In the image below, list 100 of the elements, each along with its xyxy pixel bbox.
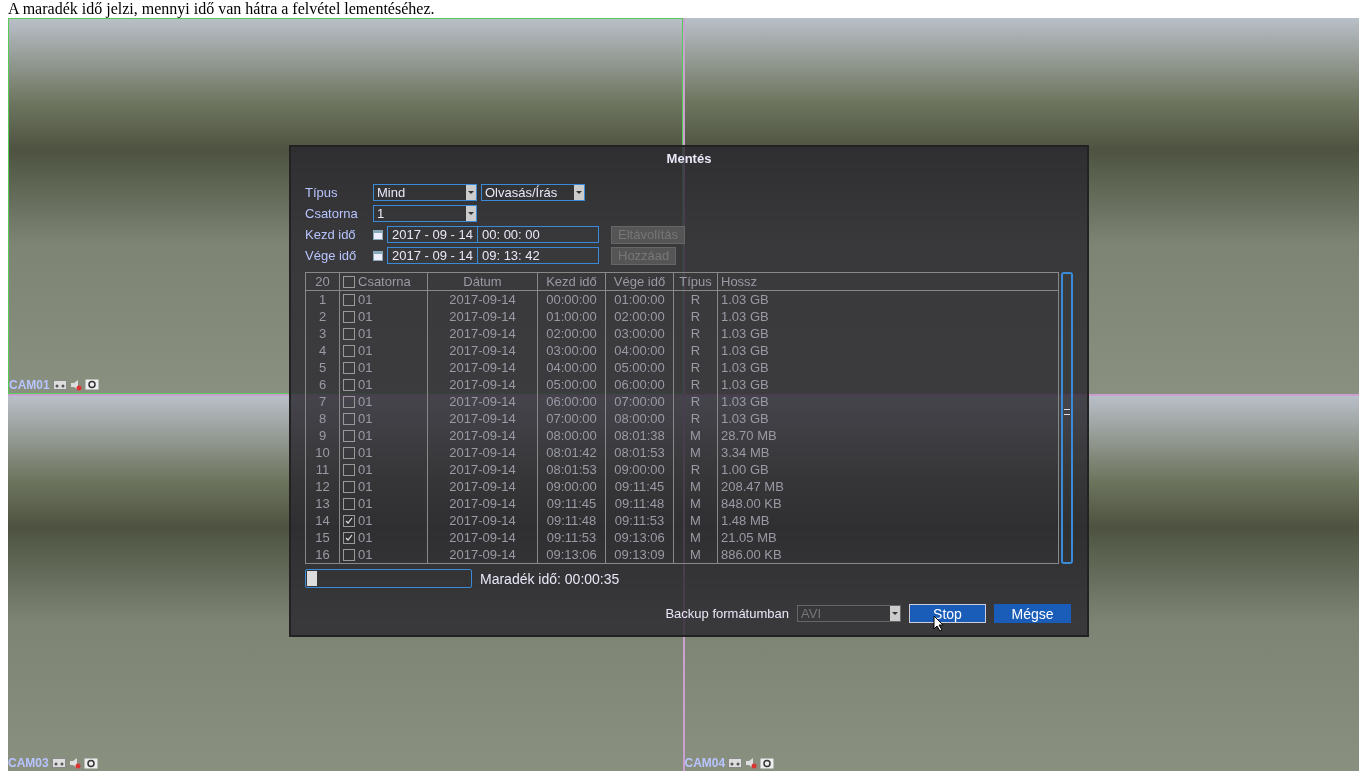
scrollbar[interactable]	[1061, 272, 1073, 564]
table-cell: 4	[306, 342, 340, 359]
table-cell: 01	[358, 495, 373, 512]
checkbox[interactable]	[343, 548, 355, 561]
table-cell: 01:00:00	[538, 308, 606, 325]
caret-icon	[466, 185, 476, 200]
camera-label: CAM01	[9, 377, 50, 392]
field-label: Típus	[305, 185, 339, 200]
file-row[interactable]: 14 01 2017-09-14 09:11:48 09:11:53 M 1.48 MB	[306, 512, 1058, 529]
column-header: Hossz	[720, 273, 759, 290]
table-cell: 01	[358, 546, 373, 563]
column-header: Csatorna	[358, 273, 411, 290]
checkbox[interactable]	[343, 395, 355, 408]
checkbox[interactable]	[343, 310, 355, 323]
file-row[interactable]: 1 01 2017-09-14 00:00:00 01:00:00 R 1.03 GB	[306, 291, 1058, 308]
table-cell: 2017-09-14	[428, 291, 538, 308]
table-cell: 09:00:00	[538, 478, 606, 495]
table-cell: 02:00:00	[606, 308, 674, 325]
table-cell: 09:13:06	[606, 529, 674, 546]
recorder-icon	[728, 758, 743, 768]
file-row[interactable]: 9 01 2017-09-14 08:00:00 08:01:38 M 28.70 MB	[306, 427, 1058, 444]
file-row[interactable]: 3 01 2017-09-14 02:00:00 03:00:00 R 1.03 GB	[306, 325, 1058, 342]
table-cell: 2017-09-14	[428, 359, 538, 376]
caption-text: A maradék idő jelzi, mennyi idő van hátra a felvétel lementéséhez.	[7, 0, 436, 18]
table-cell: M	[674, 478, 718, 495]
file-row[interactable]: 2 01 2017-09-14 01:00:00 02:00:00 R 1.03 GB	[306, 308, 1058, 325]
table-cell: 09:11:48	[606, 495, 674, 512]
table-cell: R	[674, 461, 718, 478]
channel-select[interactable]: 1	[373, 205, 477, 222]
calendar-icon[interactable]	[373, 229, 383, 240]
table-cell: 08:00:00	[538, 427, 606, 444]
table-cell: 01	[358, 325, 373, 342]
checkbox[interactable]	[343, 361, 355, 374]
table-cell-text: 848.00 KB	[720, 495, 783, 512]
table-cell: 2017-09-14	[428, 325, 538, 342]
checkbox[interactable]	[343, 531, 355, 544]
file-row[interactable]: 6 01 2017-09-14 05:00:00 06:00:00 R 1.03 GB	[306, 376, 1058, 393]
checkbox[interactable]	[343, 446, 355, 459]
caret-icon	[466, 206, 476, 221]
table-cell: R	[674, 325, 718, 342]
file-row[interactable]: 13 01 2017-09-14 09:11:45 09:11:48 M 848.00 KB	[306, 495, 1058, 512]
table-cell: 2017-09-14	[428, 393, 538, 410]
muted-speaker-icon	[68, 757, 81, 769]
file-row[interactable]: 7 01 2017-09-14 06:00:00 07:00:00 R 1.03 GB	[306, 393, 1058, 410]
dialog-title: Mentés	[665, 151, 713, 166]
checkbox[interactable]	[343, 480, 355, 493]
type-select[interactable]: Mind	[373, 184, 477, 201]
table-cell: 2017-09-14	[428, 512, 538, 529]
table-cell: R	[674, 410, 718, 427]
table-cell: 7	[306, 393, 340, 410]
format-label: Backup formátumban	[665, 606, 789, 621]
checkbox[interactable]	[343, 378, 355, 391]
checkbox[interactable]	[343, 497, 355, 510]
table-cell-text: 1.00 GB	[720, 461, 770, 478]
checkbox[interactable]	[343, 514, 355, 527]
file-row[interactable]: 8 01 2017-09-14 07:00:00 08:00:00 R 1.03 GB	[306, 410, 1058, 427]
table-cell-text: 1.03 GB	[720, 393, 770, 410]
table-cell: M	[674, 512, 718, 529]
checkbox[interactable]	[343, 327, 355, 340]
table-cell: 2017-09-14	[428, 529, 538, 546]
table-cell: 08:01:38	[606, 427, 674, 444]
table-cell-text: 1.03 GB	[720, 291, 770, 308]
file-row[interactable]: 11 01 2017-09-14 08:01:53 09:00:00 R 1.00 GB	[306, 461, 1058, 478]
table-cell-text: 28.70 MB	[720, 427, 778, 444]
file-row[interactable]: 5 01 2017-09-14 04:00:00 05:00:00 R 1.03 GB	[306, 359, 1058, 376]
table-cell: 02:00:00	[538, 325, 606, 342]
column-header: 20	[306, 273, 340, 290]
table-cell-text: 1.03 GB	[720, 359, 770, 376]
table-cell: 01	[358, 308, 373, 325]
file-row[interactable]: 16 01 2017-09-14 09:13:06 09:13:09 M 886.00 KB	[306, 546, 1058, 563]
dialog-button[interactable]: Mégse	[994, 604, 1071, 623]
table-cell: 09:11:45	[606, 478, 674, 495]
table-cell: 2	[306, 308, 340, 325]
checkbox[interactable]	[343, 429, 355, 442]
table-cell: 13	[306, 495, 340, 512]
checkbox[interactable]	[343, 463, 355, 476]
table-cell: 3	[306, 325, 340, 342]
calendar-icon[interactable]	[373, 250, 383, 261]
table-cell: 8	[306, 410, 340, 427]
checkbox[interactable]	[343, 412, 355, 425]
table-cell: 08:01:53	[606, 444, 674, 461]
mode-select[interactable]: Olvasás/Írás	[481, 184, 585, 201]
field-label: Kezd idő	[305, 227, 357, 242]
file-row[interactable]: 10 01 2017-09-14 08:01:42 08:01:53 M 3.34 MB	[306, 444, 1058, 461]
table-cell: 2017-09-14	[428, 342, 538, 359]
file-row[interactable]: 4 01 2017-09-14 03:00:00 04:00:00 R 1.03 GB	[306, 342, 1058, 359]
checkbox[interactable]	[343, 293, 355, 306]
checkbox[interactable]	[343, 275, 355, 288]
recorder-icon	[52, 379, 67, 390]
table-cell: 01	[358, 529, 373, 546]
checkbox[interactable]	[343, 344, 355, 357]
file-row[interactable]: 12 01 2017-09-14 09:00:00 09:11:45 M 208.47 MB	[306, 478, 1058, 495]
table-cell: 01:00:00	[606, 291, 674, 308]
table-cell-text: 1.03 GB	[720, 376, 770, 393]
field-label: Vége idő	[305, 248, 358, 263]
caret-icon	[574, 185, 584, 200]
table-cell-text: 1.03 GB	[720, 308, 770, 325]
table-cell: 06:00:00	[538, 393, 606, 410]
file-row[interactable]: 15 01 2017-09-14 09:11:53 09:13:06 M 21.05 MB	[306, 529, 1058, 546]
table-cell: 01	[358, 512, 373, 529]
